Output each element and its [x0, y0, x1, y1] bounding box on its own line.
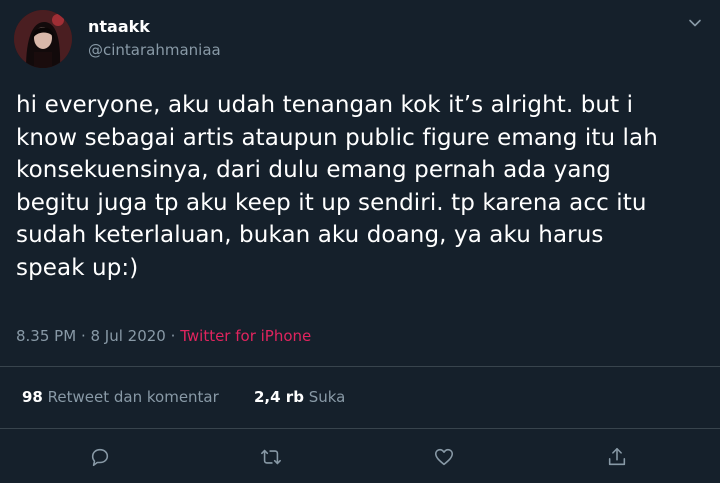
- tweet-text: hi everyone, aku udah tenangan kok it’s …: [16, 92, 658, 281]
- avatar-image: [14, 10, 72, 68]
- retweets-count: 98: [22, 388, 43, 406]
- tweet-meta: 8.35 PM · 8 Jul 2020 · Twitter for iPhon…: [16, 327, 311, 345]
- share-icon: [608, 447, 626, 466]
- meta-separator: ·: [80, 327, 86, 345]
- divider: [0, 366, 720, 367]
- retweets-stat[interactable]: 98 Retweet dan komentar: [22, 388, 219, 406]
- likes-stat[interactable]: 2,4 rb Suka: [254, 388, 345, 406]
- chevron-down-icon[interactable]: [683, 12, 707, 34]
- likes-count: 2,4 rb: [254, 388, 304, 406]
- retweets-label: Retweet dan komentar: [47, 388, 219, 406]
- share-button[interactable]: [604, 444, 630, 470]
- user-handle[interactable]: @cintarahmaniaa: [88, 41, 221, 59]
- reply-button[interactable]: [87, 444, 113, 470]
- display-name[interactable]: ntaakk: [88, 17, 150, 36]
- likes-label: Suka: [308, 388, 346, 406]
- tweet-time[interactable]: 8.35 PM: [16, 327, 76, 345]
- like-button[interactable]: [431, 444, 457, 470]
- retweet-icon: [261, 449, 281, 465]
- avatar[interactable]: [14, 10, 72, 68]
- heart-icon: [434, 448, 454, 466]
- retweet-button[interactable]: [258, 444, 284, 470]
- reply-icon: [91, 448, 109, 467]
- tweet-date[interactable]: 8 Jul 2020: [91, 327, 166, 345]
- tweet-source-link[interactable]: Twitter for iPhone: [180, 327, 311, 345]
- tweet-card: ntaakk @cintarahmaniaa hi everyone, aku …: [0, 0, 720, 483]
- divider: [0, 428, 720, 429]
